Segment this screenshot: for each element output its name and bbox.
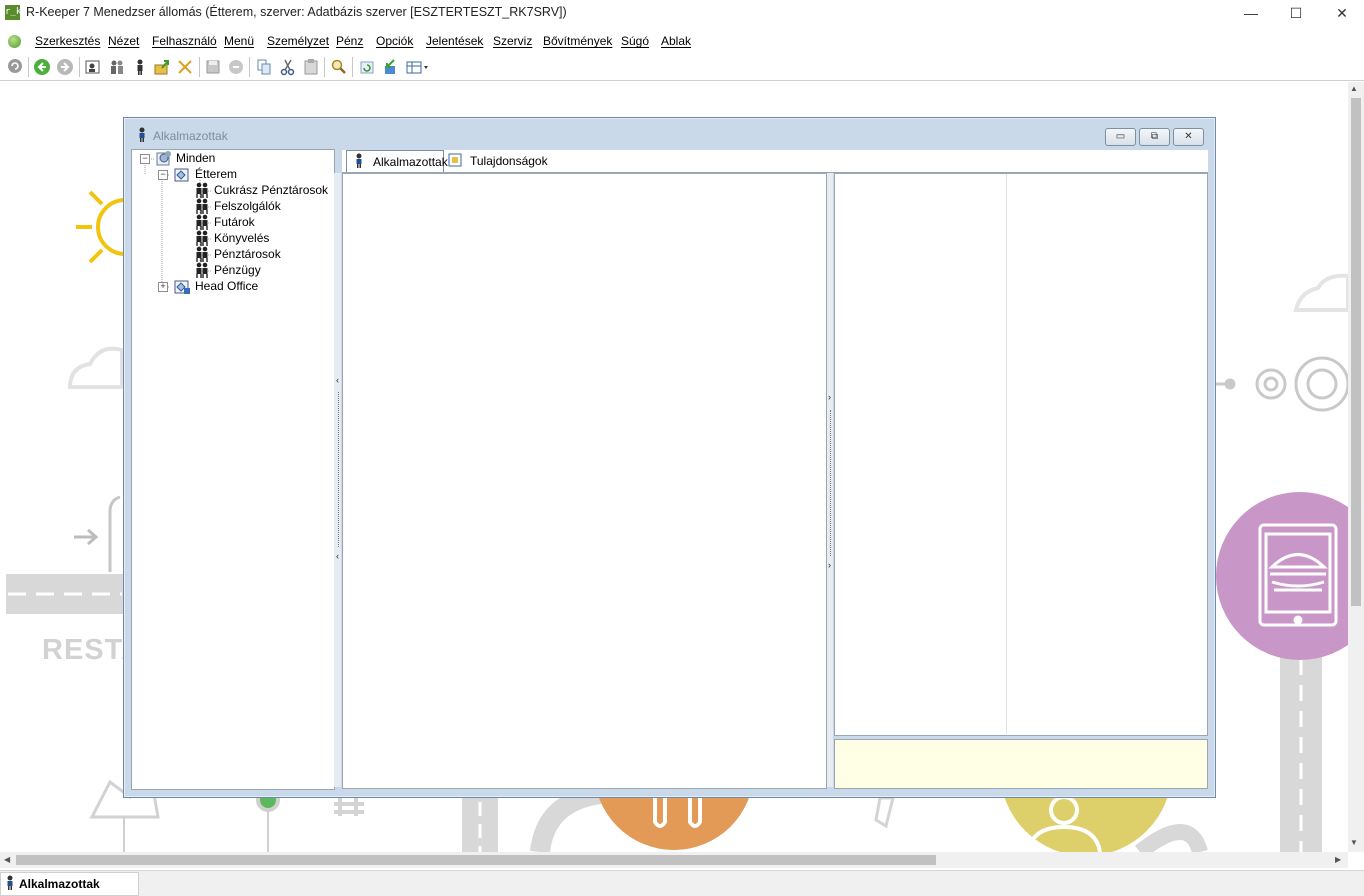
splitter-grip	[830, 410, 832, 556]
toolbar-separator	[324, 57, 325, 77]
menu-window[interactable]: Ablak	[661, 34, 691, 48]
person-icon	[4, 875, 16, 894]
horizontal-scroll-thumb[interactable]	[16, 855, 936, 865]
menu-reports[interactable]: Jelentések	[426, 34, 483, 48]
cancel-icon[interactable]	[227, 58, 245, 76]
globe-icon[interactable]	[8, 35, 21, 48]
menu-options[interactable]: Opciók	[376, 34, 413, 48]
toolbar-separator	[79, 57, 80, 77]
properties-icon	[448, 152, 462, 175]
menu-extensions[interactable]: Bővítmények	[543, 34, 612, 48]
maximize-button[interactable]: ☐	[1273, 0, 1319, 26]
property-description	[834, 739, 1208, 789]
group-icon[interactable]	[108, 58, 126, 76]
paste-icon[interactable]	[302, 58, 320, 76]
reload-icon[interactable]	[358, 58, 376, 76]
person-icon	[136, 127, 148, 146]
menu-edit[interactable]: Szerkesztés	[35, 34, 100, 48]
forward-icon[interactable]	[56, 58, 74, 76]
copy-icon[interactable]	[255, 58, 273, 76]
restaurant-icon	[173, 166, 191, 185]
minimize-button[interactable]: —	[1228, 0, 1274, 26]
collapse-icon[interactable]: −	[140, 154, 150, 164]
menu-help[interactable]: Súgó	[621, 34, 649, 48]
employee-list[interactable]	[342, 173, 827, 789]
view-icon[interactable]	[405, 58, 431, 76]
save-icon[interactable]	[204, 58, 222, 76]
tab-employees[interactable]: Alkalmazottak	[346, 150, 448, 172]
tree-item-all[interactable]: Minden	[176, 151, 215, 165]
child-restore-button[interactable]: ⧉	[1139, 128, 1170, 146]
search-icon[interactable]	[330, 58, 348, 76]
status-bar	[0, 870, 1364, 896]
gears-icon	[1215, 356, 1348, 412]
toolbar-separator	[199, 57, 200, 77]
expand-right-icon[interactable]: ›	[826, 560, 833, 570]
child-close-button[interactable]: ✕	[1173, 128, 1204, 146]
tree-item-group[interactable]: Pénzügy	[214, 263, 261, 277]
tree-item-restaurant[interactable]: Étterem	[195, 167, 237, 181]
scroll-right-icon[interactable]: ▶	[1335, 855, 1341, 864]
head-office-icon	[173, 278, 191, 297]
child-window-title: Alkalmazottak	[153, 129, 228, 143]
collapse-left-icon[interactable]: ‹	[334, 375, 341, 385]
tree-item-group[interactable]: Pénztárosok	[214, 247, 281, 261]
tree-item-group[interactable]: Felszolgálók	[214, 199, 281, 213]
expand-right-icon[interactable]: ›	[826, 392, 833, 402]
delete-icon[interactable]	[176, 58, 194, 76]
menu-money[interactable]: Pénz	[336, 34, 363, 48]
refresh-icon[interactable]	[6, 58, 24, 76]
taskbar-item-label: Alkalmazottak	[19, 877, 100, 891]
window-title: R-Keeper 7 Menedzser állomás (Étterem, s…	[26, 5, 567, 19]
menu-view[interactable]: Nézet	[108, 34, 139, 48]
toolbar-separator	[352, 57, 353, 77]
tree-item-group[interactable]: Könyvelés	[214, 231, 269, 245]
tab-employees-label: Alkalmazottak	[373, 155, 448, 169]
expand-icon[interactable]: +	[158, 282, 168, 292]
tree-item-group[interactable]: Cukrász Pénztárosok	[214, 183, 328, 197]
tab-properties[interactable]: Tulajdonságok	[446, 150, 548, 171]
toolbar-separator	[249, 57, 250, 77]
tab-properties-label: Tulajdonságok	[470, 154, 548, 168]
menu-menu[interactable]: Menü	[224, 34, 254, 48]
collapse-left-icon[interactable]: ‹	[334, 551, 341, 561]
menu-staff[interactable]: Személyzet	[267, 34, 329, 48]
tree-item-head-office[interactable]: Head Office	[195, 279, 258, 293]
vertical-scroll-thumb[interactable]	[1351, 98, 1361, 606]
import-icon[interactable]	[381, 58, 399, 76]
collapse-icon[interactable]: −	[158, 170, 168, 180]
splitter-grip	[338, 392, 340, 547]
app-icon: r_k	[5, 5, 21, 20]
toolbar-separator	[28, 57, 29, 77]
menu-service[interactable]: Szerviz	[493, 34, 532, 48]
property-grid-divider[interactable]	[1006, 174, 1007, 734]
scroll-left-icon[interactable]: ◀	[4, 855, 10, 864]
property-grid[interactable]	[834, 173, 1208, 736]
back-icon[interactable]	[33, 58, 51, 76]
menu-user[interactable]: Felhasználó	[152, 34, 217, 48]
export-icon[interactable]	[153, 58, 171, 76]
tree-item-group[interactable]: Futárok	[214, 215, 255, 229]
person-icon[interactable]	[131, 58, 149, 76]
employee-card-icon[interactable]	[84, 58, 102, 76]
scroll-down-icon[interactable]: ▼	[1350, 838, 1358, 847]
close-button[interactable]: ✕	[1319, 0, 1364, 26]
scroll-up-icon[interactable]: ▲	[1350, 84, 1358, 93]
all-groups-icon	[155, 150, 173, 169]
child-minimize-button[interactable]: ▭	[1105, 128, 1136, 146]
cut-icon[interactable]	[279, 58, 297, 76]
